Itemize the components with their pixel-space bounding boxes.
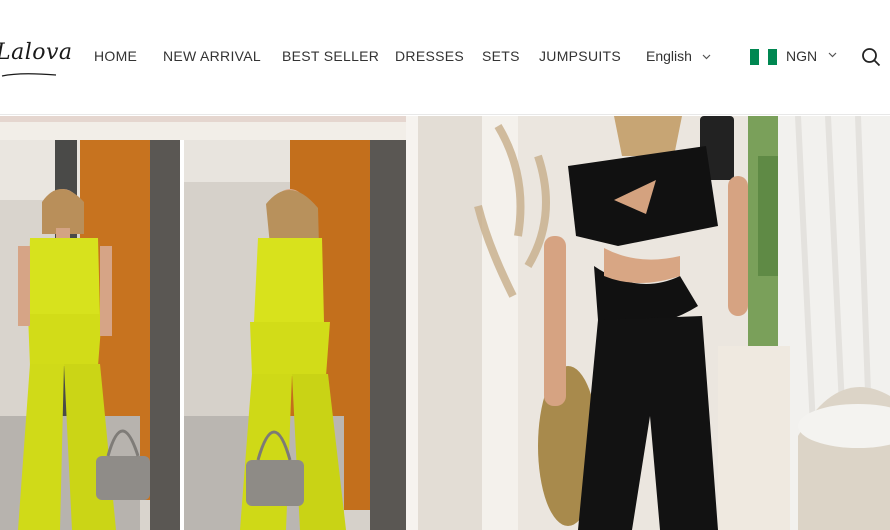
chevron-down-icon (702, 54, 711, 60)
yellow-set-illustration (0, 116, 418, 530)
site-header: Lalova HOME NEW ARRIVAL BEST SELLER DRES… (0, 0, 890, 115)
black-jumpsuit-illustration (418, 116, 890, 530)
nigeria-flag-icon (750, 49, 777, 65)
language-label: English (646, 48, 692, 64)
nav-item-jumpsuits[interactable]: JUMPSUITS (539, 48, 621, 64)
language-selector[interactable]: English (646, 48, 711, 64)
currency-label: NGN (786, 48, 818, 64)
black-cutout-jumpsuit-photo[interactable] (418, 116, 890, 530)
nav-item-home[interactable]: HOME (94, 48, 137, 64)
hero-banner[interactable] (0, 116, 890, 530)
two-piece-yellow-set-photo[interactable] (0, 116, 418, 530)
nav-item-sets[interactable]: SETS (482, 48, 520, 64)
nav-item-dresses[interactable]: DRESSES (395, 48, 464, 64)
logo-swoosh (1, 73, 57, 77)
nav-item-best-seller[interactable]: BEST SELLER (282, 48, 379, 64)
nav-item-new-arrival[interactable]: NEW ARRIVAL (163, 48, 261, 64)
brand-logo[interactable]: Lalova (0, 40, 73, 65)
chevron-down-icon (828, 52, 837, 58)
search-icon[interactable] (861, 47, 881, 67)
